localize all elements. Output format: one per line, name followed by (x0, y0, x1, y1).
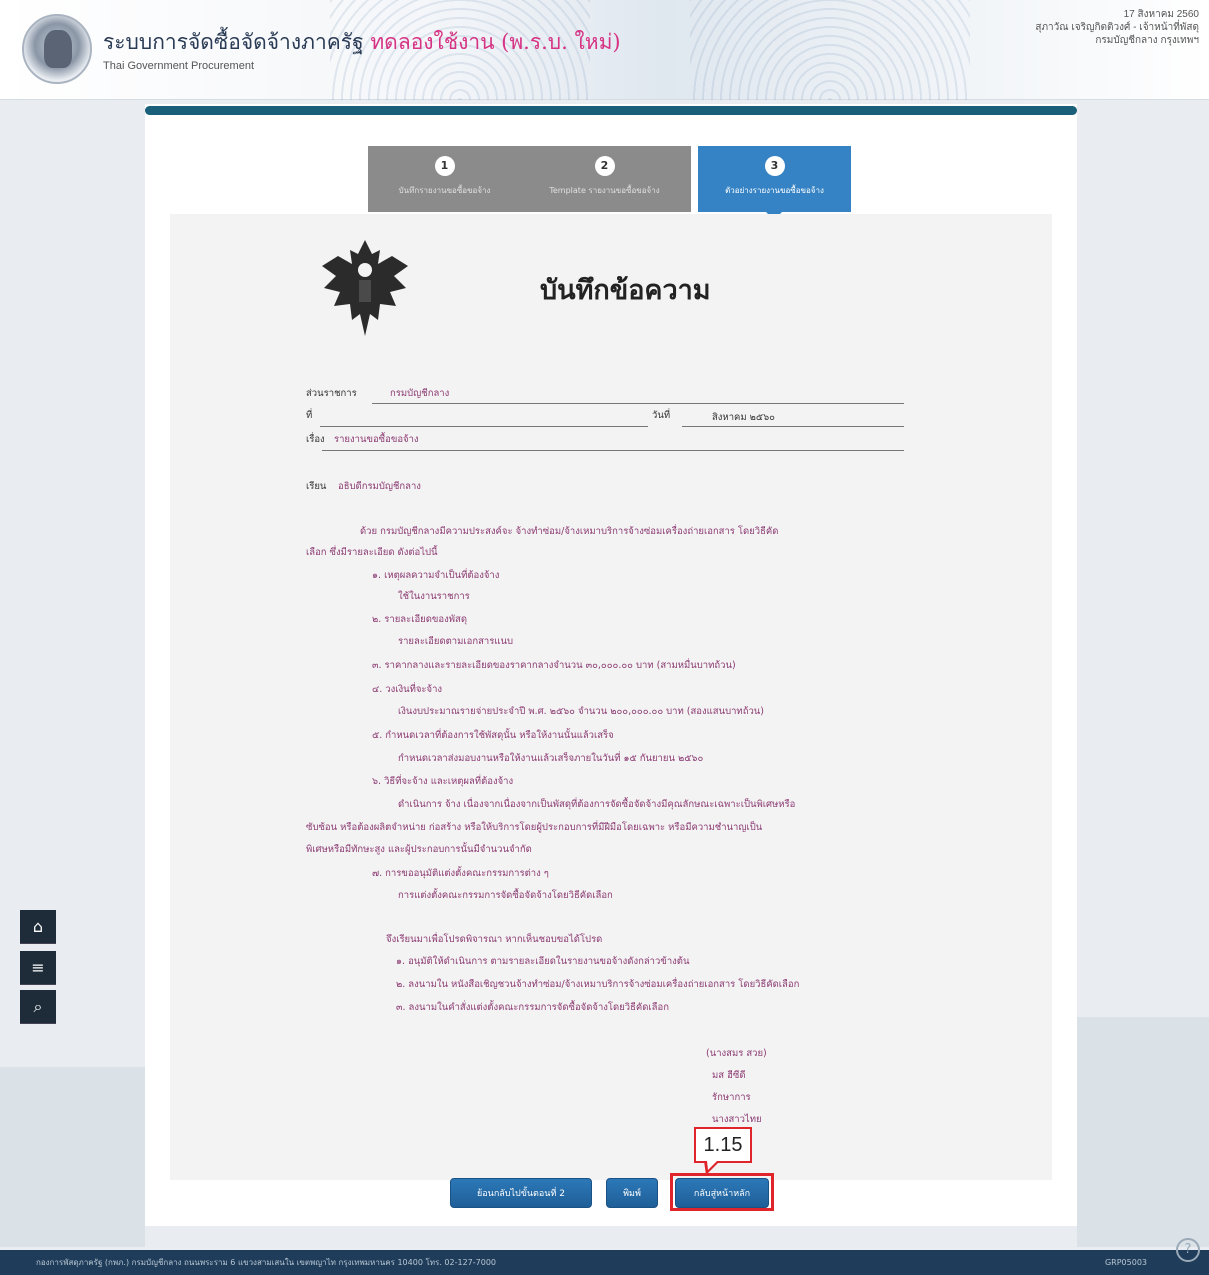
signer-role: รักษาการ (712, 1092, 751, 1103)
rule-line (372, 403, 904, 404)
intro-line-2: เลือก ซึ่งมีรายละเอียด ดังต่อไปนี้ (306, 547, 438, 558)
to-value: อธิบดีกรมบัญชีกลาง (338, 481, 421, 492)
item-heading: ๗. การขออนุมัติแต่งตั้งคณะกรรมการต่าง ๆ (372, 868, 549, 879)
item-body: รายละเอียดตามเอกสารแนบ (398, 636, 513, 647)
page-footer: กองการพัสดุภาครัฐ (กพภ.) กรมบัญชีกลาง ถน… (0, 1250, 1209, 1275)
step-callout: 1.15 (694, 1127, 752, 1163)
home-icon[interactable]: ⌂ (20, 910, 56, 944)
reason-line-2: ซับซ้อน หรือต้องผลิตจำหน่าย ก่อสร้าง หรื… (306, 822, 763, 833)
item-body: ดำเนินการ จ้าง เนื่องจากเนื่องจากเป็นพัส… (398, 799, 796, 810)
app-title: ระบบการจัดซื้อจัดจ้างภาครัฐ ทดลองใช้งาน … (103, 26, 621, 59)
print-button[interactable]: พิมพ์ (606, 1178, 658, 1208)
app-title-text: ระบบการจัดซื้อจัดจ้างภาครัฐ (103, 30, 364, 54)
subject-label: เรื่อง (306, 434, 325, 445)
rule-line (682, 426, 904, 427)
agency-label: ส่วนราชการ (306, 388, 357, 399)
step-number: 1 (434, 156, 455, 176)
progress-bar (145, 106, 1077, 115)
reference-label: ที่ (306, 410, 313, 421)
signer-name: (นางสมร สวย) (706, 1048, 767, 1059)
step-label: บันทึกรายงานขอซื้อขอจ้าง (398, 186, 491, 195)
app-header: ระบบการจัดซื้อจัดจ้างภาครัฐ ทดลองใช้งาน … (0, 0, 1209, 100)
step-label: Template รายงานขอซื้อขอจ้าง (549, 186, 660, 195)
item-heading: ๒. รายละเอียดของพัสดุ (372, 614, 467, 625)
back-to-step-2-button[interactable]: ย้อนกลับไปขั้นตอนที่ 2 (450, 1178, 592, 1208)
item-body: ใช้ในงานราชการ (398, 591, 470, 602)
menu-icon[interactable]: ≡ (20, 951, 56, 985)
button-highlight-frame (670, 1173, 774, 1211)
garuda-emblem (322, 240, 408, 336)
date-value: สิงหาคม ๒๕๖๐ (712, 412, 775, 423)
rule-line (320, 426, 648, 427)
help-icon[interactable]: ? (1176, 1238, 1200, 1262)
user-department: กรมบัญชีกลาง กรุงเทพฯ (1095, 35, 1199, 46)
callout-pointer-fill (707, 1161, 717, 1170)
signer-extra: นางสาวไทย (712, 1114, 762, 1125)
subject-value: รายงานขอซื้อขอจ้าง (334, 434, 419, 445)
step-1-tab[interactable]: 1 บันทึกรายงานขอซื้อขอจ้าง (368, 146, 521, 212)
step-2-tab[interactable]: 2 Template รายงานขอซื้อขอจ้าง (518, 146, 691, 212)
trial-label: ทดลองใช้งาน (พ.ร.บ. ใหม่) (370, 30, 621, 54)
item-body: เงินงบประมาณรายจ่ายประจำปี พ.ศ. ๒๕๖๐ จำน… (398, 706, 764, 717)
step-number: 3 (764, 156, 785, 176)
item-heading: ๖. วิธีที่จะจ้าง และเหตุผลที่ต้องจ้าง (372, 776, 514, 787)
app-subtitle: Thai Government Procurement (103, 60, 255, 72)
signer-code: มส ฮีซีดี (712, 1070, 746, 1081)
rule-line (322, 450, 904, 451)
approval-item: ๒. ลงนามใน หนังสือเชิญชวนจ้างทำซ่อม/จ้าง… (396, 979, 800, 990)
agency-value: กรมบัญชีกลาง (390, 388, 450, 399)
screen-code: GRP05003 (1104, 1258, 1147, 1267)
item-heading: ๓. ราคากลางและรายละเอียดของราคากลางจำนวน… (372, 660, 736, 671)
approval-item: ๓. ลงนามในคำสั่งแต่งตั้งคณะกรรมการจัดซื้… (396, 1002, 669, 1013)
step-label: ตัวอย่างรายงานขอซื้อขอจ้าง (725, 186, 824, 195)
item-body: การแต่งตั้งคณะกรรมการจัดซื้อจัดจ้างโดยวิ… (398, 890, 613, 901)
background-city (0, 1067, 145, 1247)
background-city (1077, 1017, 1209, 1247)
reason-line-3: พิเศษหรือมีทักษะสูง และผู้ประกอบการนั้นม… (306, 844, 532, 855)
to-label: เรียน (306, 481, 327, 492)
header-pattern (690, 0, 970, 100)
item-heading: ๕. กำหนดเวลาที่ต้องการใช้พัสดุนั้น หรือใ… (372, 730, 614, 741)
item-body: กำหนดเวลาส่งมอบงานหรือให้งานแล้วเสร็จภาย… (398, 753, 704, 764)
step-number: 2 (594, 156, 615, 176)
government-logo[interactable] (22, 14, 92, 84)
step-3-tab[interactable]: 3 ตัวอย่างรายงานขอซื้อขอจ้าง (698, 146, 851, 220)
search-icon[interactable]: ⌕ (20, 990, 56, 1024)
item-heading: ๔. วงเงินที่จะจ้าง (372, 684, 443, 695)
current-date: 17 สิงหาคม 2560 (1123, 9, 1199, 20)
document-preview (170, 214, 1052, 1180)
user-name: สุภาวัณ เจริญกิตติวงศ์ - เจ้าหน้าที่พัสด… (1035, 22, 1199, 33)
document-title: บันทึกข้อความ (540, 275, 711, 306)
footer-address: กองการพัสดุภาครัฐ (กพภ.) กรมบัญชีกลาง ถน… (36, 1258, 496, 1267)
user-info: 17 สิงหาคม 2560 สุภาวัณ เจริญกิตติวงศ์ -… (1035, 8, 1199, 47)
request-text: จึงเรียนมาเพื่อโปรดพิจารณา หากเห็นชอบขอไ… (386, 934, 603, 945)
date-label: วันที่ (652, 410, 671, 421)
intro-line-1: ด้วย กรมบัญชีกลางมีความประสงค์จะ จ้างทำซ… (360, 526, 779, 537)
approval-item: ๑. อนุมัติให้ดำเนินการ ตามรายละเอียดในรา… (396, 956, 690, 967)
item-heading: ๑. เหตุผลความจำเป็นที่ต้องจ้าง (372, 570, 500, 581)
